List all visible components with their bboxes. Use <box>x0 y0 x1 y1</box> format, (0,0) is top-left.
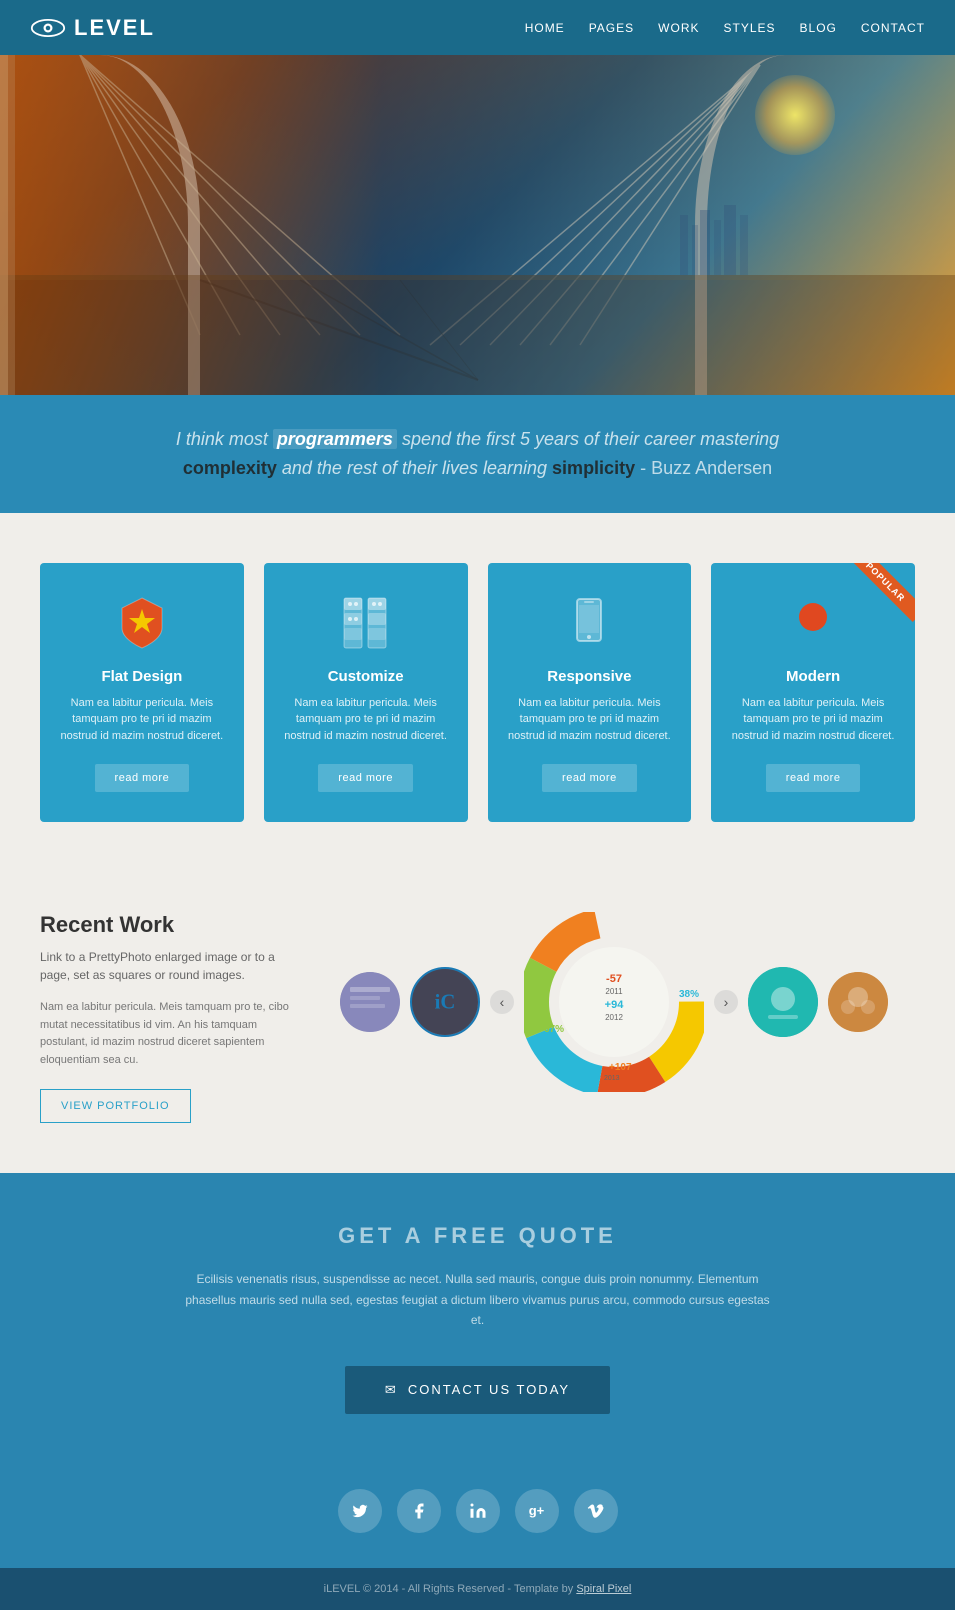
features-section: Flat Design Nam ea labitur pericula. Mei… <box>0 513 955 873</box>
flat-design-desc: Nam ea labitur pericula. Meis tamquam pr… <box>60 695 224 745</box>
nav-blog[interactable]: BLOG <box>800 21 837 35</box>
responsive-read-more[interactable]: read more <box>542 764 637 792</box>
customize-read-more[interactable]: read more <box>318 764 413 792</box>
quote-middle2: and the rest of their lives learning <box>282 458 552 478</box>
nav-work[interactable]: WORK <box>658 21 699 35</box>
recent-work-text: Recent Work Link to a PrettyPhoto enlarg… <box>40 912 300 1123</box>
footer-copy: iLEVEL © 2014 - All Rights Reserved - Te… <box>324 1583 574 1595</box>
cta-title: GET A FREE QUOTE <box>60 1223 895 1249</box>
recent-work-title: Recent Work <box>40 912 300 938</box>
quote-middle: spend the first 5 years of their career … <box>402 429 779 449</box>
recent-work-section: Recent Work Link to a PrettyPhoto enlarg… <box>0 872 955 1173</box>
cta-desc: Ecilisis venenatis risus, suspendisse ac… <box>178 1269 778 1330</box>
twitter-icon[interactable] <box>338 1489 382 1533</box>
footer-text: iLEVEL © 2014 - All Rights Reserved - Te… <box>15 1583 940 1595</box>
modern-read-more[interactable]: read more <box>766 764 861 792</box>
portfolio-thumb-1[interactable] <box>340 972 400 1032</box>
nav-styles[interactable]: STYLES <box>724 21 776 35</box>
flat-design-read-more[interactable]: read more <box>95 764 190 792</box>
logo[interactable]: LEVEL <box>30 15 155 41</box>
modern-title: Modern <box>731 668 895 685</box>
nav-home[interactable]: HOME <box>525 21 565 35</box>
responsive-title: Responsive <box>508 668 672 685</box>
quote-bold2: simplicity <box>552 458 635 478</box>
recent-work-desc: Nam ea labitur pericula. Meis tamquam pr… <box>40 999 300 1069</box>
facebook-icon[interactable] <box>397 1489 441 1533</box>
quote-bold1: complexity <box>183 458 277 478</box>
hero-section <box>0 55 955 395</box>
flat-design-icon <box>112 593 172 653</box>
responsive-icon <box>559 593 619 653</box>
main-nav: HOME PAGES WORK STYLES BLOG CONTACT <box>525 21 925 35</box>
bridge-cables-svg <box>0 55 955 395</box>
svg-text:-57: -57 <box>606 973 622 985</box>
svg-text:+107: +107 <box>609 1062 632 1073</box>
feature-responsive: Responsive Nam ea labitur pericula. Meis… <box>488 563 692 823</box>
envelope-icon: ✉ <box>385 1382 398 1398</box>
portfolio-thumb-3[interactable] <box>748 967 818 1037</box>
gplus-label: g+ <box>529 1503 545 1518</box>
quote-prefix: I think most <box>176 429 273 449</box>
hero-art <box>0 55 955 395</box>
portfolio-thumb-4[interactable] <box>828 972 888 1032</box>
svg-text:+94: +94 <box>605 999 625 1011</box>
modern-icon <box>783 593 843 653</box>
feature-customize: Customize Nam ea labitur pericula. Meis … <box>264 563 468 823</box>
quote-text: I think most programmers spend the first… <box>60 425 895 483</box>
google-plus-icon[interactable]: g+ <box>515 1489 559 1533</box>
svg-text:67%: 67% <box>544 1024 564 1035</box>
svg-text:2013: 2013 <box>604 1075 620 1082</box>
contact-btn-label: CONTACT US TODAY <box>408 1382 570 1397</box>
svg-text:iC: iC <box>435 992 456 1014</box>
contact-us-today-button[interactable]: ✉ CONTACT US TODAY <box>345 1366 610 1414</box>
svg-text:38%: 38% <box>679 989 699 1000</box>
linkedin-icon[interactable] <box>456 1489 500 1533</box>
customize-title: Customize <box>284 668 448 685</box>
feature-flat-design: Flat Design Nam ea labitur pericula. Mei… <box>40 563 244 823</box>
nav-contact[interactable]: CONTACT <box>861 21 925 35</box>
svg-text:2011: 2011 <box>605 987 623 996</box>
quote-author: - Buzz Andersen <box>640 458 772 478</box>
feature-modern: Modern Nam ea labitur pericula. Meis tam… <box>711 563 915 823</box>
social-icons: g+ <box>0 1489 955 1533</box>
view-portfolio-button[interactable]: VIEW PORTFOLIO <box>40 1089 191 1123</box>
cta-section: GET A FREE QUOTE Ecilisis venenatis risu… <box>0 1173 955 1463</box>
carousel-next[interactable]: › <box>714 990 738 1014</box>
svg-text:2012: 2012 <box>605 1013 623 1022</box>
quote-section: I think most programmers spend the first… <box>0 395 955 513</box>
recent-work-subtitle: Link to a PrettyPhoto enlarged image or … <box>40 948 300 984</box>
vimeo-icon[interactable] <box>574 1489 618 1533</box>
site-header: LEVEL HOME PAGES WORK STYLES BLOG CONTAC… <box>0 0 955 55</box>
customize-desc: Nam ea labitur pericula. Meis tamquam pr… <box>284 695 448 745</box>
footer-link[interactable]: Spiral Pixel <box>576 1583 631 1595</box>
customize-icon <box>336 593 396 653</box>
portfolio-carousel: iC ‹ -57 2011 +94 2012 38% 67% <box>340 912 915 1092</box>
features-grid: Flat Design Nam ea labitur pericula. Mei… <box>40 563 915 823</box>
social-section: g+ <box>0 1464 955 1568</box>
responsive-desc: Nam ea labitur pericula. Meis tamquam pr… <box>508 695 672 745</box>
portfolio-chart[interactable]: -57 2011 +94 2012 38% 67% +107 2013 <box>524 912 704 1092</box>
portfolio-thumb-2[interactable]: iC <box>410 967 480 1037</box>
site-footer: iLEVEL © 2014 - All Rights Reserved - Te… <box>0 1568 955 1610</box>
quote-highlight: programmers <box>273 429 397 449</box>
flat-design-title: Flat Design <box>60 668 224 685</box>
logo-text: LEVEL <box>74 15 155 41</box>
carousel-prev[interactable]: ‹ <box>490 990 514 1014</box>
nav-pages[interactable]: PAGES <box>589 21 634 35</box>
modern-desc: Nam ea labitur pericula. Meis tamquam pr… <box>731 695 895 745</box>
